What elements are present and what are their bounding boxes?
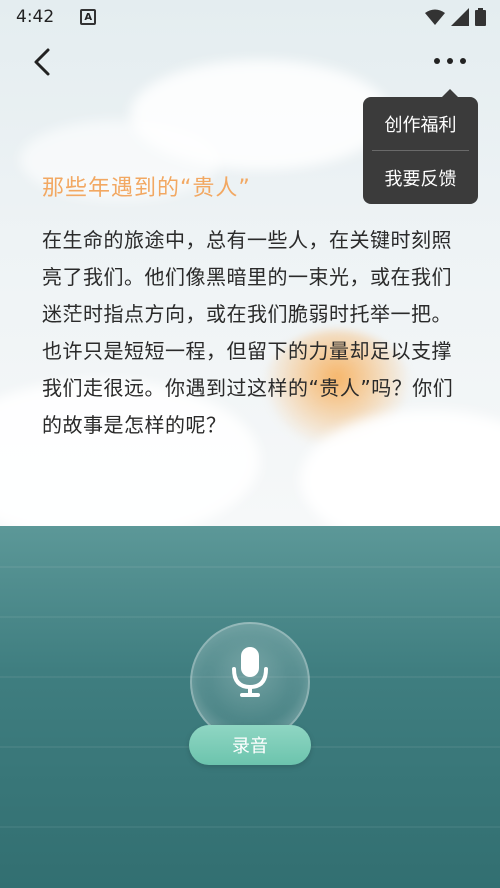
chevron-left-icon — [34, 48, 50, 76]
status-bar: 4:42 A — [0, 0, 500, 34]
notification-icon: A — [80, 9, 97, 25]
popup-menu: 创作福利 我要反馈 — [363, 89, 478, 204]
signal-icon — [451, 8, 469, 31]
article-body: 在生命的旅途中，总有一些人，在关键时刻照亮了我们。他们像黑暗里的一束光，或在我们… — [42, 228, 454, 437]
more-button[interactable] — [426, 44, 474, 78]
app-screen: 4:42 A 创作福利 我要反馈 那些年遇到的“贵人” 在生命的旅途中，总有一些… — [0, 0, 500, 888]
more-dots-icon — [434, 58, 466, 64]
wifi-icon — [425, 9, 445, 30]
menu-item-creation-benefits[interactable]: 创作福利 — [363, 97, 478, 150]
record-button[interactable]: 录音 — [189, 725, 311, 765]
record-orb[interactable] — [190, 622, 310, 742]
status-icons — [425, 8, 486, 31]
back-button[interactable] — [22, 42, 62, 82]
battery-icon — [475, 8, 486, 31]
article-title: 那些年遇到的“贵人” — [42, 176, 251, 201]
menu-item-feedback[interactable]: 我要反馈 — [363, 151, 478, 204]
status-time: 4:42 — [16, 7, 55, 27]
microphone-icon — [232, 647, 268, 697]
